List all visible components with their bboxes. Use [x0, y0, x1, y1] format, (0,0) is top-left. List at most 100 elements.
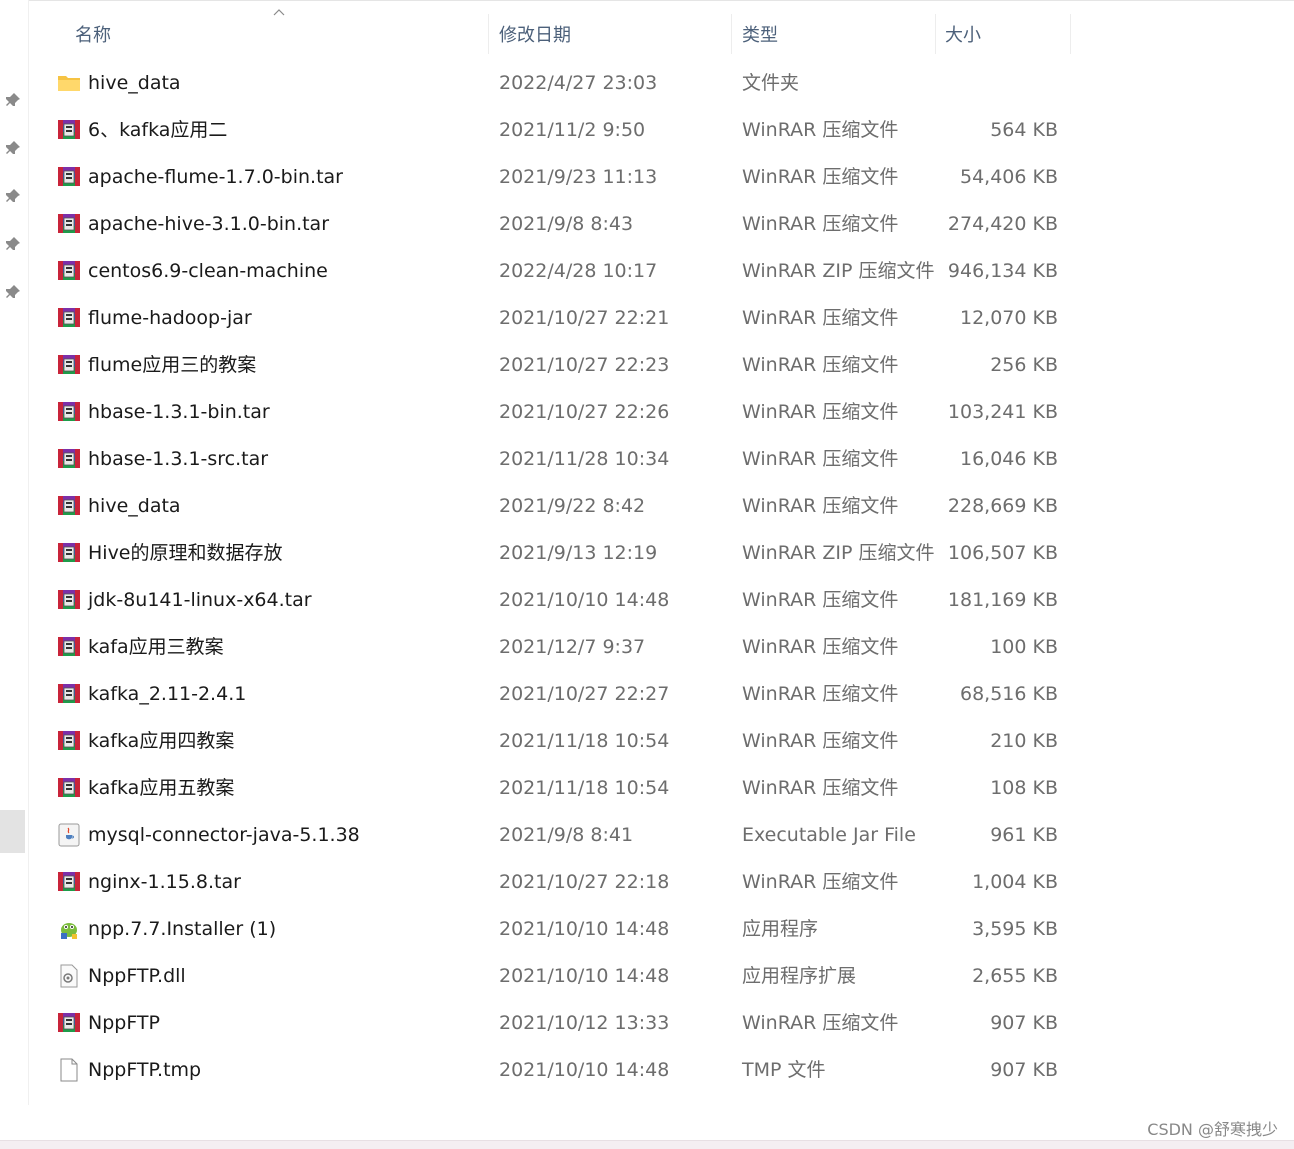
folder-icon [57, 71, 81, 95]
file-name: apache-hive-3.1.0-bin.tar [88, 213, 330, 235]
file-size: 946,134 KB [947, 260, 1058, 282]
column-header-type[interactable]: 类型 [742, 14, 934, 54]
file-size: 228,669 KB [947, 495, 1058, 517]
winrar-archive-icon [57, 1011, 81, 1035]
file-row[interactable]: kafka应用五教案 2021/11/18 10:54 WinRAR 压缩文件 108… [28, 765, 1078, 812]
file-name: hbase-1.3.1-src.tar [88, 448, 269, 470]
file-modified-date: 2021/10/27 22:27 [499, 683, 670, 705]
file-row[interactable]: apache-hive-3.1.0-bin.tar 2021/9/8 8:43 Wi… [28, 201, 1078, 248]
file-modified-date: 2022/4/28 10:17 [499, 260, 658, 282]
file-modified-date: 2021/10/10 14:48 [499, 589, 670, 611]
column-divider[interactable] [731, 14, 732, 54]
winrar-archive-icon [57, 776, 81, 800]
file-size: 961 KB [990, 824, 1058, 846]
file-name: flume-hadoop-jar [88, 307, 252, 329]
file-row[interactable]: kafa应用三教案 2021/12/7 9:37 WinRAR 压缩文件 100 KB [28, 624, 1078, 671]
file-row[interactable]: NppFTP.dll 2021/10/10 14:48 应用程序扩展 2,655 KB [28, 953, 1078, 1000]
file-row[interactable]: NppFTP.tmp 2021/10/10 14:48 TMP 文件 907 KB [28, 1047, 1078, 1094]
file-row[interactable]: npp.7.7.Installer (1) 2021/10/10 14:48 应用程… [28, 906, 1078, 953]
file-row[interactable]: jdk-8u141-linux-x64.tar 2021/10/10 14:48 W… [28, 577, 1078, 624]
file-size: 54,406 KB [959, 166, 1058, 188]
file-row[interactable]: hbase-1.3.1-src.tar 2021/11/28 10:34 WinRA… [28, 436, 1078, 483]
file-row[interactable]: kafka_2.11-2.4.1 2021/10/27 22:27 WinRAR 压… [28, 671, 1078, 718]
column-header-type-label: 类型 [742, 25, 778, 46]
file-name: NppFTP.tmp [88, 1059, 202, 1081]
file-size: 2,655 KB [972, 965, 1058, 987]
file-row[interactable]: hbase-1.3.1-bin.tar 2021/10/27 22:26 WinRA… [28, 389, 1078, 436]
file-modified-date: 2021/9/8 8:41 [499, 824, 634, 846]
file-size: 256 KB [990, 354, 1058, 376]
file-size: 16,046 KB [959, 448, 1058, 470]
file-type: 文件夹 [742, 72, 800, 94]
file-name: hive_data [88, 72, 181, 94]
file-row[interactable]: Hive的原理和数据存放 2021/9/13 12:19 WinRAR ZIP 压缩… [28, 530, 1078, 577]
pin-icon[interactable] [5, 236, 21, 252]
navigation-scrollbar-thumb[interactable] [0, 810, 25, 853]
file-modified-date: 2021/10/27 22:26 [499, 401, 670, 423]
file-row[interactable]: flume应用三的教案 2021/10/27 22:23 WinRAR 压缩文件 25… [28, 342, 1078, 389]
column-divider[interactable] [935, 14, 936, 54]
file-size: 12,070 KB [959, 307, 1058, 329]
file-name: centos6.9-clean-machine [88, 260, 328, 282]
column-header-size[interactable]: 大小 [945, 14, 1069, 54]
file-row[interactable]: hive_data 2022/4/27 23:03 文件夹 [28, 60, 1078, 107]
file-size: 3,595 KB [972, 918, 1058, 940]
file-name: flume应用三的教案 [88, 354, 257, 376]
file-row[interactable]: hive_data 2021/9/22 8:42 WinRAR 压缩文件 228,66… [28, 483, 1078, 530]
winrar-archive-icon [57, 541, 81, 565]
pin-icon[interactable] [5, 92, 21, 108]
file-row[interactable]: kafka应用四教案 2021/11/18 10:54 WinRAR 压缩文件 210… [28, 718, 1078, 765]
winrar-archive-icon [57, 212, 81, 236]
navigation-pane [0, 0, 28, 1148]
winrar-archive-icon [57, 682, 81, 706]
file-modified-date: 2021/10/27 22:18 [499, 871, 670, 893]
column-header-date[interactable]: 修改日期 [499, 14, 731, 54]
file-row[interactable]: 6、kafka应用二 2021/11/2 9:50 WinRAR 压缩文件 564 K… [28, 107, 1078, 154]
file-row[interactable]: centos6.9-clean-machine 2022/4/28 10:17 Wi… [28, 248, 1078, 295]
file-modified-date: 2021/9/8 8:43 [499, 213, 634, 235]
file-name: NppFTP [88, 1012, 160, 1034]
file-type: WinRAR 压缩文件 [742, 213, 899, 235]
column-header-name[interactable]: 名称 [75, 14, 487, 54]
winrar-archive-icon [57, 118, 81, 142]
column-header-bar: 名称 修改日期 类型 大小 [28, 0, 1294, 66]
file-modified-date: 2021/11/18 10:54 [499, 777, 670, 799]
pin-icon[interactable] [5, 140, 21, 156]
notepad-plus-plus-icon [57, 917, 81, 941]
file-row[interactable]: NppFTP 2021/10/12 13:33 WinRAR 压缩文件 907 KB [28, 1000, 1078, 1047]
column-divider[interactable] [1070, 14, 1071, 54]
file-name: Hive的原理和数据存放 [88, 542, 283, 564]
pin-icon[interactable] [5, 284, 21, 300]
winrar-archive-icon [57, 494, 81, 518]
winrar-archive-icon [57, 635, 81, 659]
file-size: 103,241 KB [947, 401, 1058, 423]
file-row[interactable]: nginx-1.15.8.tar 2021/10/27 22:18 WinRAR 压… [28, 859, 1078, 906]
file-size: 106,507 KB [947, 542, 1058, 564]
file-type: WinRAR 压缩文件 [742, 354, 899, 376]
file-modified-date: 2021/10/27 22:23 [499, 354, 670, 376]
file-size: 907 KB [990, 1059, 1058, 1081]
file-row[interactable]: flume-hadoop-jar 2021/10/27 22:21 WinRAR 压… [28, 295, 1078, 342]
pin-icon[interactable] [5, 188, 21, 204]
file-name: hbase-1.3.1-bin.tar [88, 401, 270, 423]
file-name: kafa应用三教案 [88, 636, 224, 658]
column-header-size-label: 大小 [945, 25, 981, 46]
winrar-archive-icon [57, 400, 81, 424]
file-type: WinRAR 压缩文件 [742, 730, 899, 752]
column-divider[interactable] [488, 14, 489, 54]
file-type: Executable Jar File [742, 824, 916, 846]
file-modified-date: 2021/10/10 14:48 [499, 1059, 670, 1081]
dll-file-icon [57, 964, 81, 988]
winrar-archive-icon [57, 306, 81, 330]
file-row[interactable]: mysql-connector-java-5.1.38 2021/9/8 8:41… [28, 812, 1078, 859]
file-size: 564 KB [990, 119, 1058, 141]
winrar-archive-icon [57, 165, 81, 189]
file-row[interactable]: apache-flume-1.7.0-bin.tar 2021/9/23 11:1… [28, 154, 1078, 201]
file-name: nginx-1.15.8.tar [88, 871, 241, 893]
file-name: apache-flume-1.7.0-bin.tar [88, 166, 343, 188]
file-type: WinRAR ZIP 压缩文件 [742, 542, 935, 564]
winrar-archive-icon [57, 729, 81, 753]
file-name: 6、kafka应用二 [88, 119, 228, 141]
file-size: 68,516 KB [959, 683, 1058, 705]
file-type: WinRAR 压缩文件 [742, 495, 899, 517]
